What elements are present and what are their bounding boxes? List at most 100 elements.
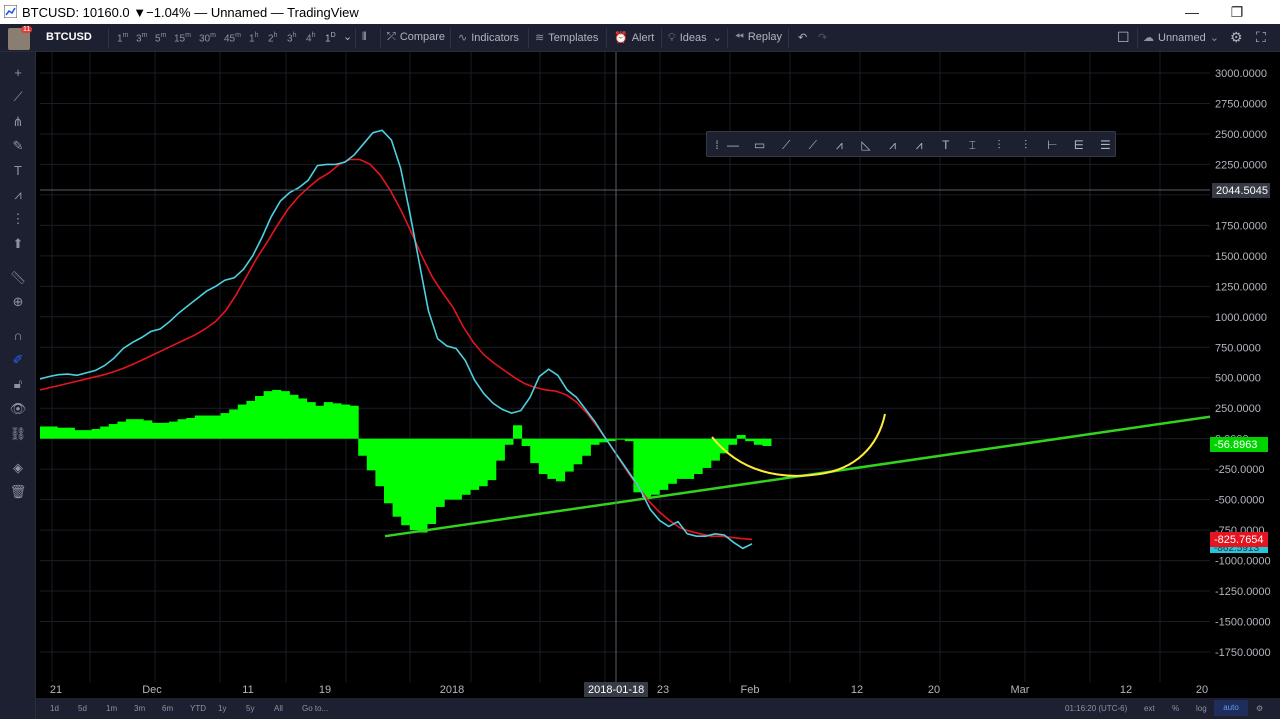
ext-toggle[interactable]: ext [1144, 704, 1155, 713]
redo-icon[interactable]: ↷ [818, 31, 827, 44]
text-icon[interactable]: T [9, 162, 27, 180]
trend-line-icon[interactable]: ⟋ [777, 136, 795, 154]
interval-2h[interactable]: 2h [268, 32, 277, 44]
text-icon[interactable]: T [937, 136, 955, 154]
interval-30m[interactable]: 30m [199, 32, 216, 44]
prediction-icon[interactable]: ⋮ [9, 210, 27, 228]
replay-label: Replay [747, 31, 783, 43]
indicators-button[interactable]: ∿ Indicators [458, 31, 519, 44]
symbol-search-button[interactable]: BTCUSD [46, 31, 92, 43]
link-icon[interactable]: ⛓ [9, 425, 27, 443]
cursor-text-icon[interactable]: ⌶ [963, 136, 981, 154]
histogram-bar [685, 438, 695, 479]
pattern-icon[interactable]: ⩘ [9, 186, 27, 204]
gear-icon[interactable]: ⚙ [1256, 704, 1263, 713]
restore-button[interactable]: ❐ [1227, 2, 1247, 22]
arrow-up-icon[interactable]: ⬆ [9, 235, 27, 253]
range-1d[interactable]: 1d [50, 704, 59, 713]
undo-icon[interactable]: ↶ [798, 31, 807, 44]
interval-1h[interactable]: 1h [249, 32, 258, 44]
magnet-icon[interactable]: ∩ [9, 327, 27, 345]
range-5y[interactable]: 5y [246, 704, 254, 713]
fib-icon[interactable]: ⫶ [1017, 136, 1035, 154]
interval-1D[interactable]: 1D [325, 32, 336, 44]
histogram-bar [513, 425, 523, 439]
layers-icon[interactable]: ◈ [9, 459, 27, 477]
lock-icon[interactable]: 🔓︎ [9, 375, 27, 393]
histogram-bar [728, 438, 738, 445]
range-1m[interactable]: 1m [106, 704, 117, 713]
fib-icon[interactable]: ⫶ [990, 136, 1008, 154]
pitchfork-icon[interactable]: ⟋ [804, 136, 822, 154]
range-1y[interactable]: 1y [218, 704, 226, 713]
wave-icon[interactable]: ⩘ [884, 136, 902, 154]
histogram-bar [229, 409, 239, 439]
alert-button[interactable]: ⏰ Alert [614, 31, 654, 44]
price-tick-label: -1500.0000 [1215, 617, 1271, 629]
time-axis[interactable]: 21 Dec 11 19 2018 23 Feb 12 20 Mar 12 20 2018-01-18 [40, 682, 1210, 698]
brush-icon[interactable]: ✎ [9, 137, 27, 155]
price-tick-label: 250.0000 [1215, 403, 1261, 415]
percent-toggle[interactable]: % [1172, 704, 1179, 713]
range-icon[interactable]: ⊢ [1043, 136, 1061, 154]
ruler-icon[interactable]: 📏︎ [9, 269, 27, 287]
eye-icon[interactable]: 👁︎ [9, 400, 27, 418]
curve-icon[interactable]: ⋿ [1070, 136, 1088, 154]
price-tick-label: -1750.0000 [1215, 647, 1271, 659]
wave-icon[interactable]: ⩘ [910, 136, 928, 154]
histogram-bar [134, 419, 144, 439]
gear-icon[interactable]: ⚙ [1230, 29, 1243, 46]
templates-icon: ≋ [535, 32, 545, 44]
interval-15m[interactable]: 15m [174, 32, 191, 44]
interval-3h[interactable]: 3h [287, 32, 296, 44]
trash-icon[interactable]: 🗑︎ [9, 483, 27, 501]
horizontal-line-icon[interactable]: — [724, 136, 742, 154]
interval-1m[interactable]: 1m [117, 32, 128, 44]
menu-icon[interactable]: ☰ [1096, 136, 1114, 154]
rectangle-icon[interactable]: ▭ [751, 136, 769, 154]
drawing-mode-icon[interactable]: ✐ [9, 351, 27, 369]
histogram-bar [126, 419, 136, 439]
candle-style-icon[interactable]: ⫴ [362, 31, 367, 44]
range-6m[interactable]: 6m [162, 704, 173, 713]
triangle-icon[interactable]: ◺ [857, 136, 875, 154]
log-toggle[interactable]: log [1196, 704, 1207, 713]
histogram-bar [667, 438, 677, 484]
histogram-bar [392, 438, 402, 517]
range-all[interactable]: All [274, 704, 283, 713]
divider [355, 28, 356, 48]
histogram-bar [57, 427, 67, 439]
interval-3m[interactable]: 3m [136, 32, 147, 44]
compare-button[interactable]: ⤱ Compare [387, 31, 445, 44]
range-ytd[interactable]: YTD [190, 704, 206, 713]
fib-icon[interactable]: ⋔ [9, 113, 27, 131]
interval-5m[interactable]: 5m [155, 32, 166, 44]
snapshot-icon[interactable]: ⛶ [1256, 29, 1266, 46]
trend-line-icon[interactable]: ⟋ [9, 88, 27, 106]
divider [606, 28, 607, 48]
ideas-button[interactable]: 💡︎ Ideas ⌄ [668, 31, 726, 45]
range-goto[interactable]: Go to... [302, 704, 328, 713]
fullscreen-icon[interactable]: ☐ [1117, 29, 1130, 46]
price-tick-label: 750.0000 [1215, 342, 1261, 354]
pattern-icon[interactable]: ⩘ [830, 136, 848, 154]
notification-badge: 11 [21, 26, 33, 33]
time-tick-label: 11 [242, 684, 253, 696]
signal-value-label: -825.7654 [1214, 534, 1264, 546]
interval-45m[interactable]: 45m [224, 32, 241, 44]
replay-button[interactable]: ⏪︎ Replay [735, 31, 782, 44]
chevron-down-icon[interactable]: ⌄ [343, 30, 352, 43]
time-tick-label: 23 [657, 684, 669, 696]
interval-4h[interactable]: 4h [306, 32, 315, 44]
histogram-bar [65, 427, 75, 439]
minimize-button[interactable]: — [1182, 2, 1202, 22]
range-5d[interactable]: 5d [78, 704, 87, 713]
range-3m[interactable]: 3m [134, 704, 145, 713]
price-axis[interactable]: 3000.0000 2750.0000 2500.0000 2250.0000 1750… [1210, 52, 1280, 682]
templates-button[interactable]: ≋ Templates [535, 31, 598, 44]
crosshair-icon[interactable]: + [9, 64, 27, 82]
auto-toggle[interactable]: auto [1214, 700, 1248, 716]
zoom-icon[interactable]: ⊕ [9, 293, 27, 311]
histogram-bar [220, 413, 230, 439]
layout-button[interactable]: ☁ Unnamed ⌄ [1143, 31, 1223, 44]
